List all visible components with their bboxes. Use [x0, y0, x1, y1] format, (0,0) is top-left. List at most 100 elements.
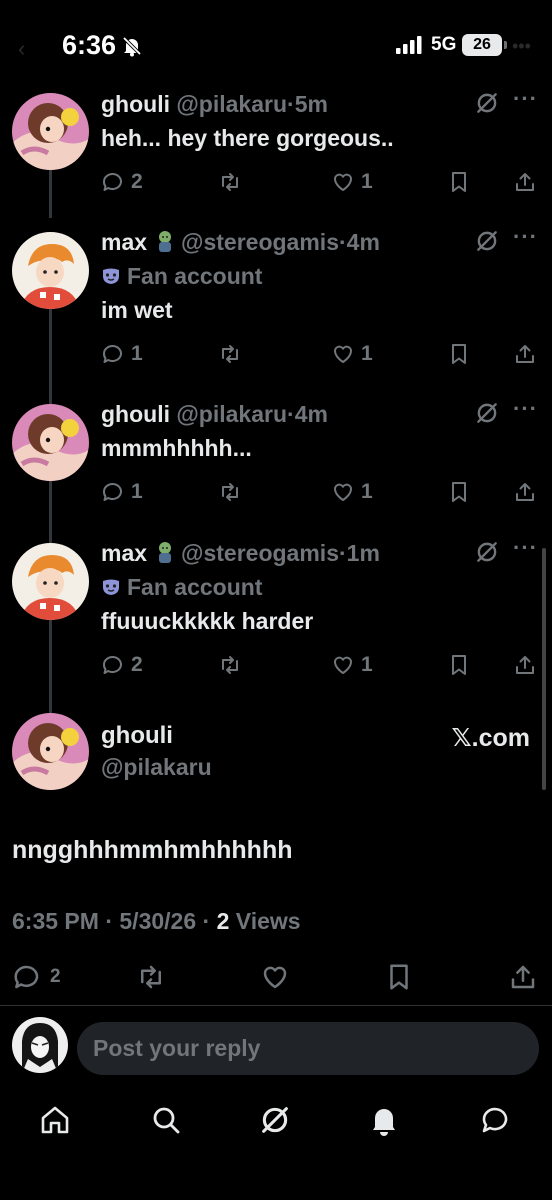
bookmark-button[interactable]: [447, 650, 471, 680]
reply-button[interactable]: 2: [12, 961, 61, 993]
search-icon: [153, 1107, 180, 1134]
bookmark-button[interactable]: [447, 167, 471, 197]
more-icon[interactable]: •••: [512, 36, 531, 57]
share-button[interactable]: [513, 477, 537, 507]
heart-icon: [331, 653, 355, 677]
more-options-icon[interactable]: ···: [513, 535, 538, 561]
user-handle[interactable]: @stereogamis: [181, 540, 339, 566]
repost-button[interactable]: [218, 339, 242, 369]
bookmark-icon: [447, 170, 471, 194]
grok-icon[interactable]: [474, 539, 500, 565]
like-button[interactable]: [260, 961, 290, 993]
post-actions: 1 1: [101, 477, 541, 507]
badge-label: Fan account: [127, 263, 263, 289]
more-options-icon[interactable]: ···: [513, 396, 538, 422]
user-handle[interactable]: @pilakaru: [176, 91, 287, 117]
post-actions: 2 1: [101, 650, 541, 680]
post-text: ffuuuckkkkk harder: [101, 608, 314, 634]
avatar-ghouli[interactable]: [12, 404, 89, 481]
grok-icon[interactable]: [474, 400, 500, 426]
repost-button[interactable]: [218, 650, 242, 680]
like-button[interactable]: 1: [331, 339, 373, 369]
avatar-ghouli[interactable]: [12, 713, 89, 790]
status-time: 6:36: [62, 30, 117, 60]
repost-button[interactable]: [218, 167, 242, 197]
post-actions: 2 1: [101, 167, 541, 197]
share-icon: [513, 342, 537, 366]
tab-notifications[interactable]: [367, 1103, 401, 1137]
post-time: 4m: [294, 401, 328, 427]
thread-line: [49, 170, 52, 218]
main-post-actions: 2: [0, 961, 552, 993]
zombie-emoji-icon: [159, 231, 172, 252]
thread-line: [49, 620, 52, 713]
reply-button[interactable]: 2: [101, 167, 143, 197]
main-user-handle[interactable]: @pilakaru: [101, 754, 212, 781]
display-name[interactable]: ghouli: [101, 401, 170, 427]
heart-icon: [331, 480, 355, 504]
reply-count: 2: [131, 653, 143, 676]
reply-count: 2: [50, 966, 61, 987]
scrollbar[interactable]: [542, 548, 546, 790]
post-time: 1m: [346, 540, 380, 566]
repost-icon: [218, 342, 242, 366]
avatar-ghouli[interactable]: [12, 93, 89, 170]
avatar-max[interactable]: [12, 232, 89, 309]
share-button[interactable]: [513, 167, 537, 197]
share-button[interactable]: [508, 961, 538, 993]
separator-dot: ·: [338, 540, 347, 566]
reply-icon: [101, 480, 125, 504]
like-button[interactable]: 1: [331, 167, 373, 197]
reply-button[interactable]: 1: [101, 339, 143, 369]
reply-button[interactable]: 1: [101, 477, 143, 507]
display-name[interactable]: max: [101, 540, 147, 566]
bookmark-button[interactable]: [447, 339, 471, 369]
reply-post[interactable]: ghouli @pilakaru·4m ··· mmmhhhhh...: [101, 396, 542, 464]
back-arrow-icon[interactable]: ‹: [18, 36, 25, 62]
separator-dot: ·: [287, 91, 295, 117]
like-count: 1: [361, 480, 373, 503]
grok-icon[interactable]: [474, 90, 500, 116]
reply-input[interactable]: [77, 1022, 539, 1075]
share-button[interactable]: [513, 650, 537, 680]
user-handle[interactable]: @stereogamis: [181, 229, 339, 255]
repost-button[interactable]: [218, 477, 242, 507]
messages-icon: [482, 1107, 508, 1133]
tab-grok[interactable]: [258, 1103, 292, 1137]
bookmark-button[interactable]: [384, 961, 414, 993]
reply-icon: [12, 962, 42, 992]
share-icon: [513, 480, 537, 504]
reply-count: 1: [131, 480, 143, 503]
mask-icon: [101, 266, 121, 286]
user-handle[interactable]: @pilakaru: [176, 401, 287, 427]
fan-account-badge: Fan account: [101, 571, 542, 603]
like-button[interactable]: 1: [331, 477, 373, 507]
display-name[interactable]: ghouli: [101, 91, 170, 117]
bookmark-button[interactable]: [447, 477, 471, 507]
grok-icon: [258, 1103, 292, 1137]
my-avatar[interactable]: [12, 1017, 68, 1073]
share-icon: [513, 653, 537, 677]
reply-button[interactable]: 2: [101, 650, 143, 680]
avatar-max[interactable]: [12, 543, 89, 620]
tab-home[interactable]: [38, 1103, 72, 1137]
display-name[interactable]: max: [101, 229, 147, 255]
zombie-emoji-icon: [159, 542, 172, 563]
reply-post[interactable]: ghouli @pilakaru·5m ··· heh... hey there…: [101, 86, 542, 154]
more-options-icon[interactable]: ···: [513, 86, 538, 112]
like-button[interactable]: 1: [331, 650, 373, 680]
grok-icon[interactable]: [474, 228, 500, 254]
post-text: mmmhhhhh...: [101, 435, 252, 461]
network-type: 5G: [431, 34, 457, 55]
heart-icon: [331, 170, 355, 194]
tab-search[interactable]: [149, 1103, 183, 1137]
main-display-name[interactable]: ghouli: [101, 722, 173, 750]
share-icon: [508, 962, 538, 992]
reply-post[interactable]: max @stereogamis·4m ··· Fan account im we…: [101, 224, 542, 326]
tab-messages[interactable]: [478, 1103, 512, 1137]
reply-post[interactable]: max @stereogamis·1m ··· Fan account ffuuu…: [101, 535, 542, 637]
more-options-icon[interactable]: ···: [513, 224, 538, 250]
repost-button[interactable]: [136, 961, 166, 993]
share-button[interactable]: [513, 339, 537, 369]
post-date: 5/30/26: [119, 908, 197, 934]
